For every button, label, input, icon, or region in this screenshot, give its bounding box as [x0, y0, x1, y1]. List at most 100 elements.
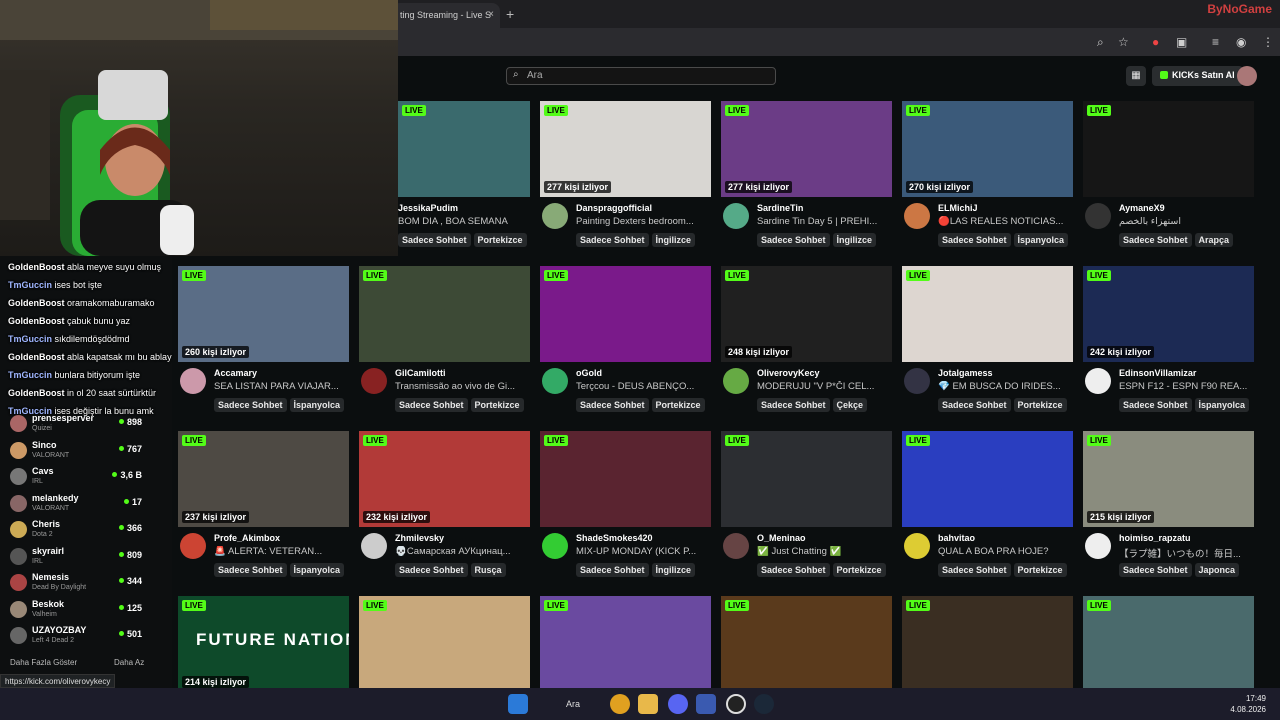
channel-name[interactable]: oGold [576, 368, 602, 378]
bookmark-star-icon[interactable]: ☆ [1118, 35, 1129, 49]
stream-tag[interactable]: İspanyolca [1194, 398, 1250, 412]
channel-name[interactable]: AymaneX9 [1119, 203, 1165, 213]
stream-tag[interactable]: Sadece Sohbet [938, 563, 1011, 577]
stream-thumbnail[interactable]: LIVE [540, 266, 711, 362]
channel-name[interactable]: hoimiso_rapzatu [1119, 533, 1191, 543]
stream-card[interactable]: LIVE [721, 596, 892, 692]
stream-card[interactable]: LIVE 270 kişi izliyor ELMichiJ 🔴LAS REALES … [902, 101, 1073, 247]
show-less-link[interactable]: Daha Az [114, 658, 144, 667]
channel-name[interactable]: Danspraggofficial [576, 203, 652, 213]
app-icon[interactable] [696, 694, 716, 714]
stream-card[interactable]: LIVE ShadeSmokes420 MIX-UP MONDAY (KICK P.… [540, 431, 711, 577]
sidebar-channel[interactable]: Cavs IRL 3,6 B [8, 465, 168, 491]
stream-tag[interactable]: Portekizce [1013, 398, 1067, 412]
user-avatar[interactable] [1237, 66, 1257, 86]
stream-tag[interactable]: Sadece Sohbet [1119, 563, 1192, 577]
kicks-buy-button[interactable]: KICKs Satın Al [1152, 66, 1243, 86]
stream-thumbnail[interactable]: LIVE FUTURE NATION 214 kişi izliyor [178, 596, 349, 692]
sidebar-channel[interactable]: UZAYOZBAY Left 4 Dead 2 501 [8, 624, 168, 650]
stream-tag[interactable]: Sadece Sohbet [757, 563, 830, 577]
stream-title[interactable]: 💎 EM BUSCA DO IRIDES... [938, 381, 1072, 392]
stream-card[interactable]: LIVE 260 kişi izliyor Accamary SEA LISTAN P… [178, 266, 349, 412]
channel-name[interactable]: OliverovyKecy [757, 368, 820, 378]
stream-tag[interactable]: Portekizce [832, 563, 886, 577]
stream-thumbnail[interactable]: LIVE 260 kişi izliyor [178, 266, 349, 362]
stream-tag[interactable]: Portekizce [473, 233, 527, 247]
stream-title[interactable]: استهزاء بالخصم [1119, 216, 1253, 227]
channel-name[interactable]: SardineTin [757, 203, 803, 213]
stream-card[interactable]: LIVE bahvitao QUAL A BOA PRA HOJE? Sadece S… [902, 431, 1073, 577]
stream-card[interactable]: LIVE 237 kişi izliyor Profe_Akimbox 🚨 ALERT… [178, 431, 349, 577]
tab-close-icon[interactable]: × [488, 9, 494, 20]
channel-name[interactable]: Zhmilevsky [395, 533, 444, 543]
stream-title[interactable]: BOM DIA , BOA SEMANA [398, 216, 528, 227]
stream-tag[interactable]: Sadece Sohbet [576, 233, 649, 247]
stream-thumbnail[interactable]: LIVE 277 kişi izliyor [540, 101, 711, 197]
sidebar-channel[interactable]: melankedy VALORANT 17 [8, 492, 168, 518]
channel-avatar[interactable] [1085, 533, 1111, 559]
stream-card[interactable]: LIVE [359, 596, 530, 692]
stream-thumbnail[interactable]: LIVE 277 kişi izliyor [721, 101, 892, 197]
stream-thumbnail[interactable]: LIVE [1083, 101, 1254, 197]
stream-tag[interactable]: Japonca [1194, 563, 1240, 577]
extensions-puzzle-icon[interactable]: ▣ [1176, 35, 1187, 49]
stream-title[interactable]: 🔴LAS REALES NOTICIAS... [938, 216, 1072, 227]
stream-card[interactable]: LIVE O_Meninao ✅ Just Chatting ✅ Sadece Soh… [721, 431, 892, 577]
channel-avatar[interactable] [542, 533, 568, 559]
stream-tag[interactable]: Sadece Sohbet [395, 398, 468, 412]
show-more-link[interactable]: Daha Fazla Göster [10, 658, 77, 667]
channel-name[interactable]: O_Meninao [757, 533, 806, 543]
stream-tag[interactable]: Sadece Sohbet [757, 233, 830, 247]
stream-tag[interactable]: Sadece Sohbet [1119, 398, 1192, 412]
sidebar-channel[interactable]: Cheris Dota 2 366 [8, 518, 168, 544]
stream-tag[interactable]: Sadece Sohbet [395, 563, 468, 577]
stream-tag[interactable]: Sadece Sohbet [1119, 233, 1192, 247]
stream-thumbnail[interactable]: LIVE [1083, 596, 1254, 692]
channel-name[interactable]: Profe_Akimbox [214, 533, 280, 543]
stream-thumbnail[interactable]: LIVE 248 kişi izliyor [721, 266, 892, 362]
stream-tag[interactable]: Portekizce [1013, 563, 1067, 577]
channel-avatar[interactable] [180, 368, 206, 394]
stream-card[interactable]: LIVE FUTURE NATION 214 kişi izliyor [178, 596, 349, 692]
stream-title[interactable]: QUAL A BOA PRA HOJE? [938, 546, 1072, 557]
stream-thumbnail[interactable]: LIVE [398, 101, 530, 197]
profile-icon[interactable]: ◉ [1236, 35, 1246, 49]
channel-name[interactable]: bahvitao [938, 533, 975, 543]
stream-tag[interactable]: İngilizce [832, 233, 877, 247]
stream-thumbnail[interactable]: LIVE [902, 431, 1073, 527]
stream-title[interactable]: 🚨 ALERTA: VETERAN... [214, 546, 348, 557]
stream-card[interactable]: LIVE AymaneX9 استهزاء بالخصم Sadece Sohbet A… [1083, 101, 1254, 247]
explorer-icon[interactable] [638, 694, 658, 714]
channel-avatar[interactable] [904, 368, 930, 394]
stream-title[interactable]: 【ラプ雑】いつもの！毎日... [1119, 546, 1253, 560]
zoom-icon[interactable]: ⌕ [1097, 35, 1104, 50]
channel-name[interactable]: JessikaPudim [398, 203, 458, 213]
stream-card[interactable]: LIVE [902, 596, 1073, 692]
stream-title[interactable]: Painting Dexters bedroom... [576, 216, 710, 227]
browse-icon[interactable]: ▦ [1126, 66, 1146, 86]
stream-title[interactable]: Sardine Tin Day 5 | PREHI... [757, 216, 891, 227]
channel-avatar[interactable] [542, 203, 568, 229]
stream-thumbnail[interactable]: LIVE [721, 596, 892, 692]
stream-card[interactable]: LIVE [540, 596, 711, 692]
stream-tag[interactable]: İngilizce [651, 563, 696, 577]
stream-tag[interactable]: Çekçe [832, 398, 868, 412]
menu-kebab-icon[interactable]: ⋮ [1262, 35, 1274, 49]
stream-thumbnail[interactable]: LIVE [359, 596, 530, 692]
taskbar-search[interactable]: Ara [546, 694, 596, 714]
stream-title[interactable]: 💀Самарская АУКцинац... [395, 546, 529, 557]
channel-name[interactable]: Accamary [214, 368, 257, 378]
stream-card[interactable]: LIVE JessikaPudim BOM DIA , BOA SEMANA Sade… [398, 101, 530, 247]
stream-tag[interactable]: Sadece Sohbet [214, 398, 287, 412]
stream-title[interactable]: SEA LISTAN PARA VIAJAR... [214, 381, 348, 392]
channel-name[interactable]: EdinsonVillamizar [1119, 368, 1196, 378]
tab-list-icon[interactable]: ≡ [1212, 35, 1219, 49]
stream-card[interactable]: LIVE oGold Terçcou - DEUS ABENÇO... Sadece … [540, 266, 711, 412]
sidebar-channel[interactable]: Sinco VALORANT 767 [8, 439, 168, 465]
stream-thumbnail[interactable]: LIVE 215 kişi izliyor [1083, 431, 1254, 527]
channel-avatar[interactable] [180, 533, 206, 559]
search-input[interactable]: ⌕ Ara [506, 67, 776, 85]
channel-name[interactable]: ShadeSmokes420 [576, 533, 653, 543]
stream-card[interactable]: LIVE 242 kişi izliyor EdinsonVillamizar ESP… [1083, 266, 1254, 412]
channel-avatar[interactable] [361, 368, 387, 394]
